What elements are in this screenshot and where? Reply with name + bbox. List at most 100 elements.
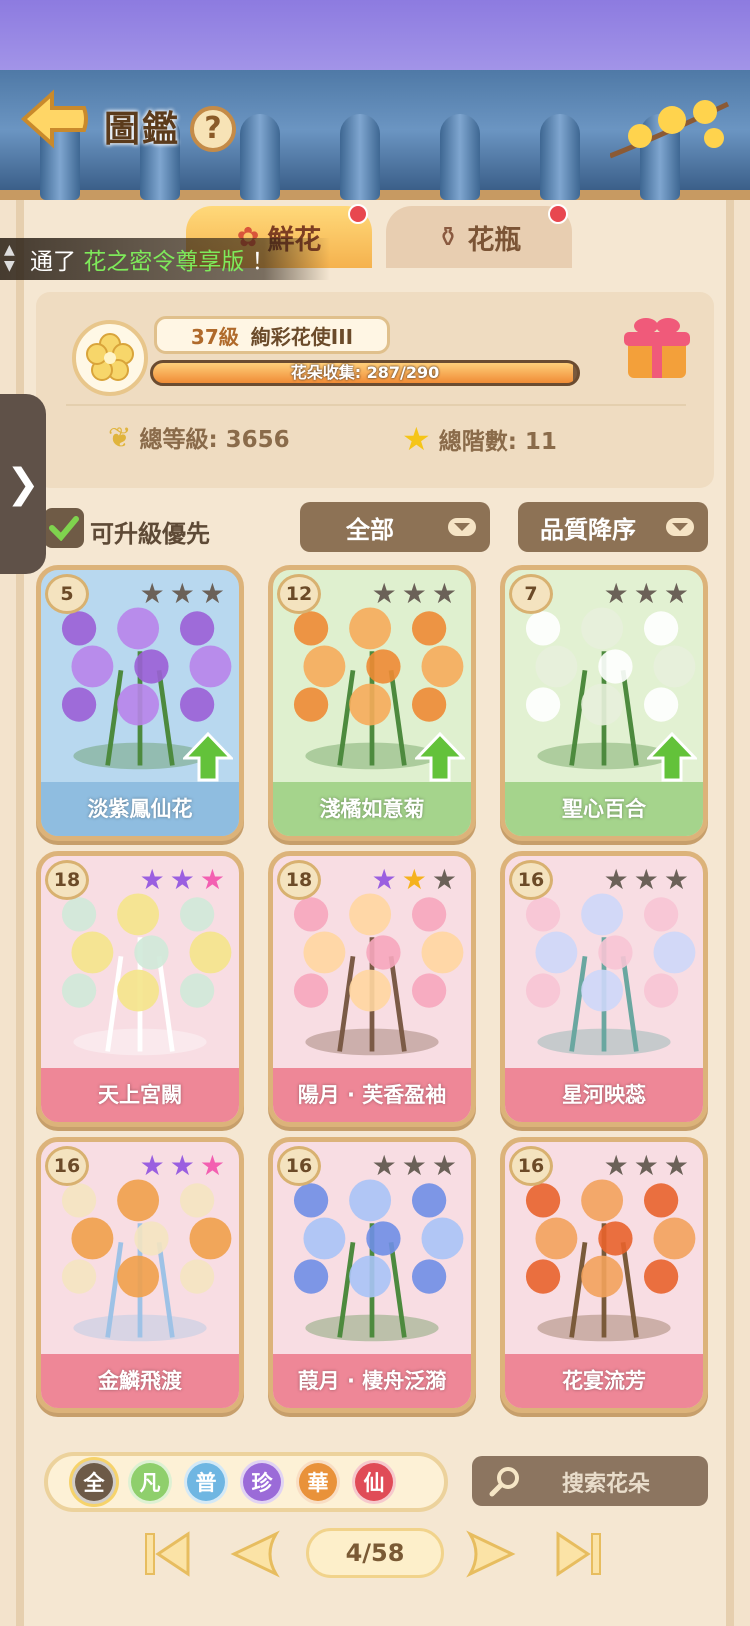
upgrade-arrow-icon xyxy=(183,732,233,782)
flower-card[interactable]: 16 ★ ★ ★ 金鱗飛渡 xyxy=(36,1137,244,1413)
rarity-filter-bar: 全凡普珍華仙 xyxy=(44,1452,448,1512)
chevron-right-icon: ❯ xyxy=(6,461,40,507)
card-stars: ★ ★ ★ xyxy=(140,580,225,608)
star-icon: ★ xyxy=(169,1149,195,1182)
star-icon: ★ xyxy=(169,577,195,610)
card-name: 淺橘如意菊 xyxy=(273,782,471,836)
card-level-badge: 16 xyxy=(45,1146,89,1186)
flower-card[interactable]: 18 ★ ★ ★ 陽月 · 芙香盈袖 xyxy=(268,851,476,1127)
help-button[interactable]: ? xyxy=(190,106,236,152)
star-icon: ★ xyxy=(401,577,427,610)
star-icon: ★ xyxy=(401,1149,427,1182)
card-name: 淡紫鳳仙花 xyxy=(41,782,239,836)
back-arrow-icon[interactable] xyxy=(20,88,90,150)
card-level-badge: 12 xyxy=(277,574,321,614)
flower-card[interactable]: 5 ★ ★ ★ 淡紫鳳仙花 xyxy=(36,565,244,841)
notification-dot xyxy=(348,204,368,224)
previous-page-icon[interactable] xyxy=(226,1528,282,1580)
ticker-prefix: 通了 xyxy=(30,249,76,275)
rarity-filter-chip[interactable]: 凡 xyxy=(128,1460,172,1504)
star-icon: ★ xyxy=(139,577,165,610)
star-icon: ★ xyxy=(199,577,225,610)
flower-card[interactable]: 12 ★ ★ ★ 淺橘如意菊 xyxy=(268,565,476,841)
ticker-arrows-icon: ▲ ▼ xyxy=(4,242,15,274)
star-icon: ★ xyxy=(139,1149,165,1182)
sort-dropdown[interactable]: 品質降序 xyxy=(518,502,708,552)
collection-progress-text: 花朵收集: 287/290 xyxy=(290,363,440,382)
flower-card[interactable]: 7 ★ ★ ★ 聖心百合 xyxy=(500,565,708,841)
side-drawer-handle[interactable]: ❯ xyxy=(0,394,46,574)
card-level-badge: 7 xyxy=(509,574,553,614)
flower-card[interactable]: 18 ★ ★ ★ 天上宮闕 xyxy=(36,851,244,1127)
star-icon: ★ xyxy=(603,577,629,610)
pagination: 4/58 xyxy=(140,1524,610,1584)
card-name: 天上宮闕 xyxy=(41,1068,239,1122)
upgrade-first-checkbox[interactable] xyxy=(44,508,84,548)
rarity-filter-chip[interactable]: 珍 xyxy=(240,1460,284,1504)
card-name: 金鱗飛渡 xyxy=(41,1354,239,1408)
notification-dot xyxy=(548,204,568,224)
total-level-stat: ❦ 總等級: 3656 xyxy=(108,420,290,454)
card-stars: ★ ★ ★ xyxy=(140,1152,225,1180)
star-icon: ★ xyxy=(199,1149,225,1182)
card-name: 花宴流芳 xyxy=(505,1354,703,1408)
card-level-badge: 16 xyxy=(509,1146,553,1186)
upgrade-arrow-icon xyxy=(415,732,465,782)
search-placeholder: 搜索花朵 xyxy=(562,1472,651,1497)
ticker-suffix: ！ xyxy=(251,249,275,275)
collection-progress: 花朵收集: 287/290 xyxy=(150,360,580,386)
upgrade-first-label: 可升級優先 xyxy=(90,520,210,548)
star-icon: ★ xyxy=(169,863,195,896)
category-dropdown[interactable]: 全部 xyxy=(300,502,490,552)
page-indicator: 4/58 xyxy=(306,1528,444,1578)
divider xyxy=(66,404,686,406)
flower-card-grid: 5 ★ ★ ★ 淡紫鳳仙花 12 ★ ★ ★ 淺橘如意菊 7 ★ ★ ★ 聖心百合 xyxy=(36,565,716,1415)
star-icon: ★ xyxy=(401,863,427,896)
rarity-filter-chip[interactable]: 普 xyxy=(184,1460,228,1504)
card-stars: ★ ★ ★ xyxy=(604,1152,689,1180)
flower-card[interactable]: 16 ★ ★ ★ 花宴流芳 xyxy=(500,1137,708,1413)
card-stars: ★ ★ ★ xyxy=(372,866,457,894)
player-level: 37級 xyxy=(190,324,239,349)
first-page-icon[interactable] xyxy=(140,1528,196,1580)
total-stars-stat: ★ 總階數: 11 xyxy=(402,420,557,458)
rarity-filter-chip[interactable]: 全 xyxy=(72,1460,116,1504)
card-stars: ★ ★ ★ xyxy=(604,866,689,894)
rank-title: 絢彩花使III xyxy=(250,324,354,349)
rarity-filter-chip[interactable]: 華 xyxy=(296,1460,340,1504)
card-level-badge: 18 xyxy=(45,860,89,900)
star-icon: ★ xyxy=(663,577,689,610)
star-icon: ★ xyxy=(431,1149,457,1182)
card-stars: ★ ★ ★ xyxy=(140,866,225,894)
star-icon: ★ xyxy=(633,1149,659,1182)
last-page-icon[interactable] xyxy=(550,1528,606,1580)
tab-label: 花瓶 xyxy=(467,224,522,256)
star-icon: ★ xyxy=(139,863,165,896)
star-icon: ★ xyxy=(663,863,689,896)
rarity-filter-chip[interactable]: 仙 xyxy=(352,1460,396,1504)
profile-summary: 37級 絢彩花使III 花朵收集: 287/290 ❦ 總等級: 3656 ★ … xyxy=(36,292,714,488)
star-icon: ★ xyxy=(371,577,397,610)
chevron-down-icon xyxy=(448,518,476,536)
flower-card[interactable]: 16 ★ ★ ★ 星河映蕊 xyxy=(500,851,708,1127)
star-icon: ★ xyxy=(663,1149,689,1182)
vase-icon: ⚱ xyxy=(436,221,460,253)
card-stars: ★ ★ ★ xyxy=(372,1152,457,1180)
search-field[interactable]: 搜索花朵 xyxy=(472,1456,708,1506)
tab-vases[interactable]: ⚱ 花瓶 xyxy=(386,204,572,268)
flower-card[interactable]: 16 ★ ★ ★ 葭月 · 棲舟泛漪 xyxy=(268,1137,476,1413)
plum-blossom-decoration xyxy=(610,100,730,159)
upgrade-arrow-icon xyxy=(647,732,697,782)
star-icon: ★ xyxy=(633,577,659,610)
category-value: 全部 xyxy=(346,515,394,544)
checkmark-icon xyxy=(49,516,79,541)
star-icon: ★ xyxy=(633,863,659,896)
next-page-icon[interactable] xyxy=(464,1528,520,1580)
card-name: 葭月 · 棲舟泛漪 xyxy=(273,1354,471,1408)
star-icon: ★ xyxy=(431,863,457,896)
sprout-icon: ❦ xyxy=(108,420,132,454)
card-level-badge: 5 xyxy=(45,574,89,614)
gift-box-icon[interactable] xyxy=(620,310,694,382)
star-icon: ★ xyxy=(371,1149,397,1182)
ticker-highlight: 花之密令尊享版 xyxy=(83,249,245,275)
